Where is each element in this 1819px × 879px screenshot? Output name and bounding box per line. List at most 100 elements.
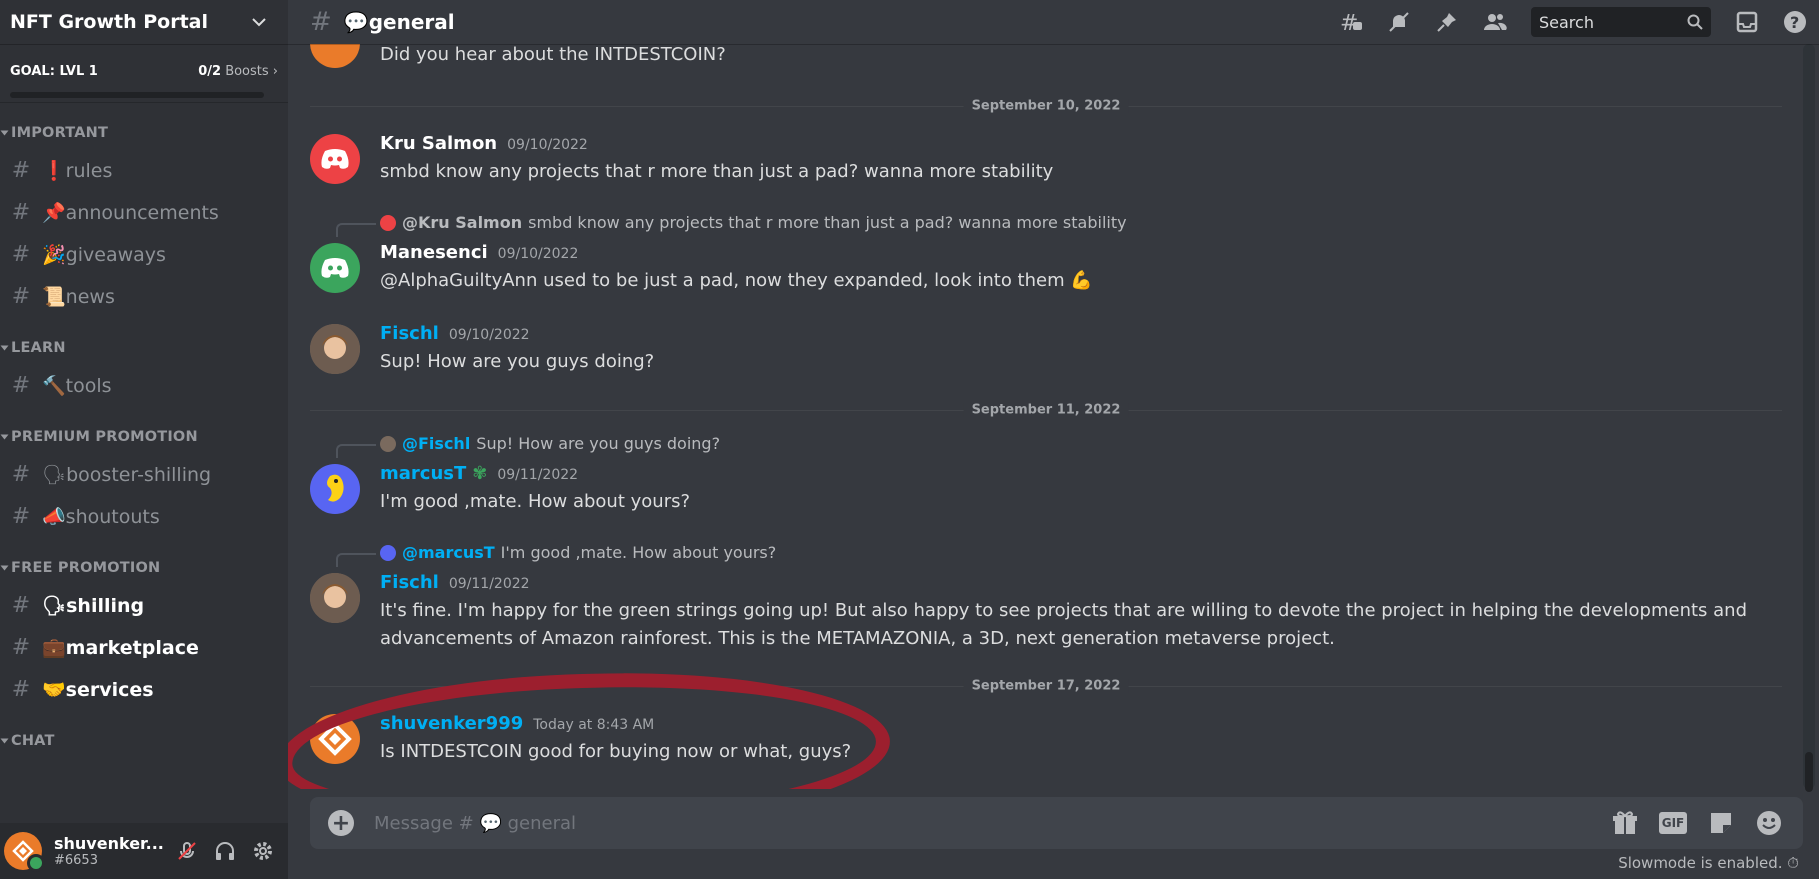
message-text: @AlphaGuiltyAnn used to be just a pad, n… bbox=[380, 270, 1093, 291]
channel-emoji: 📌 bbox=[42, 202, 66, 224]
message-author[interactable]: marcusT bbox=[380, 463, 466, 484]
avatar[interactable] bbox=[310, 243, 360, 293]
discord-logo-icon bbox=[321, 149, 349, 169]
channel-emoji: 🔨 bbox=[42, 375, 66, 397]
channel-emoji: 🗣 bbox=[42, 595, 67, 617]
channel-emoji: 🎉 bbox=[42, 244, 66, 266]
message-text: Sup! How are you guys doing? bbox=[380, 351, 655, 372]
reply-preview[interactable]: @marcusT I'm good ,mate. How about yours? bbox=[380, 543, 776, 562]
guild-header[interactable]: NFT Growth Portal bbox=[0, 0, 288, 44]
reply-preview[interactable]: @Kru Salmon smbd know any projects that r… bbox=[380, 213, 1127, 232]
channel-rules[interactable]: # ❗ rules bbox=[6, 150, 280, 191]
threads-icon[interactable]: # bbox=[1339, 10, 1363, 34]
category-important[interactable]: IMPORTANT bbox=[0, 124, 288, 142]
category-learn[interactable]: LEARN bbox=[0, 339, 288, 357]
scrollbar-thumb[interactable] bbox=[1805, 752, 1813, 792]
reply-spine bbox=[336, 444, 376, 458]
goal-title: GOAL: LVL 1 bbox=[10, 64, 98, 79]
search-input[interactable]: Search bbox=[1531, 7, 1711, 37]
channel-emoji: ❗ bbox=[42, 160, 66, 182]
avatar[interactable] bbox=[4, 832, 45, 872]
pin-icon[interactable] bbox=[1435, 10, 1459, 34]
channel-emoji: 📜 bbox=[42, 286, 66, 308]
channel-sidebar: NFT Growth Portal GOAL: LVL 1 0/2 Boosts… bbox=[0, 0, 288, 879]
reply-preview[interactable]: @Fischl Sup! How are you guys doing? bbox=[380, 434, 720, 453]
channel-giveaways[interactable]: # 🎉 giveaways bbox=[6, 234, 280, 275]
scrollbar[interactable] bbox=[1803, 44, 1815, 792]
message-input[interactable]: + Message # 💬 general GIF bbox=[310, 797, 1803, 849]
headphones-icon[interactable] bbox=[214, 840, 236, 862]
svg-text:?: ? bbox=[1790, 13, 1799, 32]
search-icon bbox=[1687, 14, 1703, 30]
highlight-annotation-circle bbox=[288, 666, 892, 789]
channel-marketplace[interactable]: # 💼 marketplace bbox=[6, 627, 280, 668]
avatar[interactable] bbox=[310, 573, 360, 623]
channel-name: news bbox=[65, 285, 115, 308]
message-timestamp: 09/10/2022 bbox=[448, 327, 530, 343]
channel-name: giveaways bbox=[65, 243, 166, 266]
message-author[interactable]: Manesenci bbox=[380, 242, 488, 263]
hash-icon: # bbox=[11, 504, 31, 529]
channel-news[interactable]: # 📜 news bbox=[6, 276, 280, 317]
channel-name: shoutouts bbox=[65, 505, 160, 528]
message-author[interactable]: Kru Salmon bbox=[380, 133, 497, 154]
channel-services[interactable]: # 🤝 services bbox=[6, 669, 280, 710]
sticker-icon[interactable] bbox=[1707, 809, 1735, 837]
hash-icon: # bbox=[11, 462, 31, 487]
avatar[interactable] bbox=[310, 464, 360, 514]
online-status-dot bbox=[27, 854, 45, 872]
avatar[interactable] bbox=[310, 44, 360, 68]
channel-shilling[interactable]: # 🗣 shilling bbox=[6, 585, 280, 626]
goal-progress-bar bbox=[10, 92, 264, 98]
emoji-icon[interactable] bbox=[1755, 809, 1783, 837]
category-chat[interactable]: CHAT bbox=[0, 732, 288, 750]
boost-goal[interactable]: GOAL: LVL 1 0/2 Boosts › bbox=[0, 44, 288, 102]
message-header: Manesenci 09/10/2022 bbox=[380, 242, 578, 263]
inbox-icon[interactable] bbox=[1735, 10, 1759, 34]
gif-button[interactable]: GIF bbox=[1659, 812, 1687, 834]
message-header: Kru Salmon 09/10/2022 bbox=[380, 133, 588, 154]
discord-logo-icon bbox=[321, 258, 349, 278]
date-divider: September 11, 2022 bbox=[310, 402, 1782, 418]
channel-name: announcements bbox=[65, 201, 219, 224]
date-divider: September 10, 2022 bbox=[310, 98, 1782, 114]
message-author[interactable]: Fischl bbox=[380, 323, 439, 344]
slowmode-notice: Slowmode is enabled. ⏱ bbox=[1618, 854, 1799, 872]
guild-name: NFT Growth Portal bbox=[10, 11, 209, 33]
message-text: I'm good ,mate. How about yours? bbox=[380, 491, 691, 512]
reply-spine bbox=[336, 223, 376, 237]
goal-boosts: 0/2 Boosts › bbox=[198, 64, 278, 79]
gear-icon[interactable] bbox=[252, 840, 274, 862]
avatar bbox=[380, 544, 396, 561]
channel-list: IMPORTANT # ❗ rules # 📌 announcements # 🎉 giveawa… bbox=[0, 124, 288, 750]
category-free-promotion[interactable]: FREE PROMOTION bbox=[0, 559, 288, 577]
channel-booster-shilling[interactable]: # 🗣 booster-shilling bbox=[6, 454, 280, 495]
avatar[interactable] bbox=[310, 324, 360, 374]
avatar[interactable] bbox=[310, 134, 360, 184]
message-text: It's fine. I'm happy for the green strin… bbox=[380, 600, 1748, 621]
channel-announcements[interactable]: # 📌 announcements bbox=[6, 192, 280, 233]
member-list-icon[interactable] bbox=[1483, 10, 1507, 34]
help-icon[interactable]: ? bbox=[1783, 10, 1807, 34]
notification-bell-muted-icon[interactable] bbox=[1387, 10, 1411, 34]
channel-name: booster-shilling bbox=[66, 463, 212, 486]
channel-tools[interactable]: # 🔨 tools bbox=[6, 365, 280, 406]
gift-icon[interactable] bbox=[1611, 809, 1639, 837]
hash-icon: # bbox=[11, 677, 31, 702]
channel-shoutouts[interactable]: # 📣 shoutouts bbox=[6, 496, 280, 537]
hash-icon: # bbox=[11, 158, 31, 183]
hash-icon: # bbox=[11, 593, 31, 618]
add-attachment-button[interactable]: + bbox=[328, 810, 354, 836]
chevron-down-icon[interactable] bbox=[252, 17, 266, 27]
user-panel: shuvenker... #6653 bbox=[0, 823, 288, 879]
hash-icon: # bbox=[11, 242, 31, 267]
channel-name: marketplace bbox=[65, 636, 199, 659]
category-premium-promotion[interactable]: PREMIUM PROMOTION bbox=[0, 428, 288, 446]
channel-name: rules bbox=[65, 159, 113, 182]
avatar bbox=[380, 435, 396, 452]
discord-logo-icon bbox=[380, 214, 396, 231]
mute-microphone-icon[interactable] bbox=[176, 840, 198, 862]
hash-icon: # bbox=[11, 200, 31, 225]
message-author[interactable]: Fischl bbox=[380, 572, 439, 593]
chat-area: # 💬general # Search ? Did you hear about… bbox=[288, 0, 1819, 879]
